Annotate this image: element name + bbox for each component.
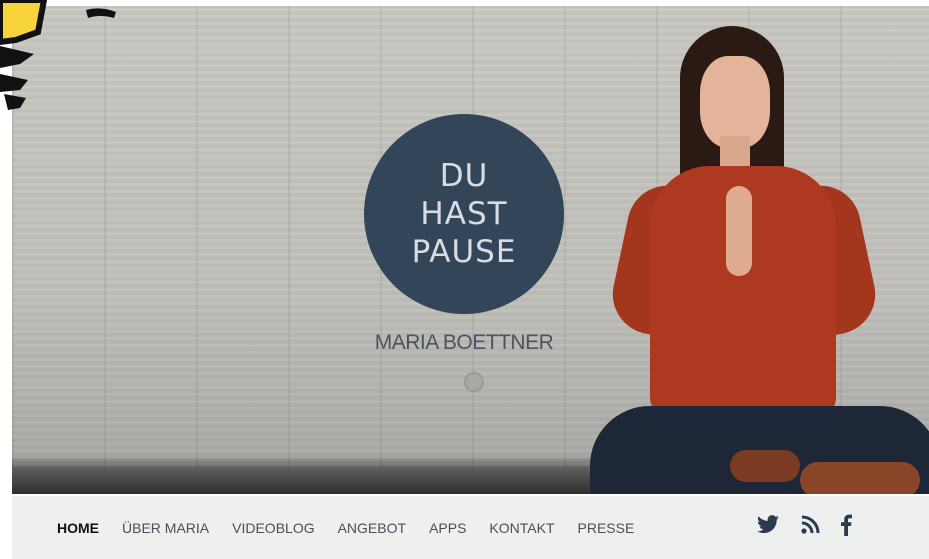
nav-item-ueber-maria[interactable]: ÜBER MARIA (122, 520, 209, 536)
nav-item-angebot[interactable]: ANGEBOT (338, 520, 406, 536)
logo-line-1: DU (439, 158, 489, 194)
logo-line-2: HAST (420, 196, 508, 232)
main-navigation: HOME ÜBER MARIA VIDEOBLOG ANGEBOT APPS K… (12, 496, 929, 559)
nav-item-home[interactable]: HOME (57, 520, 99, 536)
nav-item-kontakt[interactable]: KONTAKT (489, 520, 554, 536)
logo-line-3: PAUSE (411, 234, 517, 270)
social-links (756, 496, 872, 559)
nav-item-apps[interactable]: APPS (429, 520, 466, 536)
hero-person-photo (580, 26, 929, 494)
face (700, 56, 770, 148)
shoe-right (800, 462, 920, 494)
logo-circle[interactable]: DU HAST PAUSE (364, 114, 564, 314)
hands (726, 186, 752, 276)
twitter-icon[interactable] (756, 515, 780, 540)
brand-name: MARIA BOETTNER (374, 331, 554, 354)
nav-item-videoblog[interactable]: VIDEOBLOG (232, 520, 314, 536)
facebook-icon[interactable] (840, 514, 852, 541)
shoe-left (730, 450, 800, 482)
lightbulb-icon (0, 0, 116, 110)
hero-banner: DU HAST PAUSE MARIA BOETTNER (12, 6, 929, 494)
wall-bolt (464, 372, 484, 392)
nav-item-presse[interactable]: PRESSE (578, 520, 635, 536)
rss-icon[interactable] (800, 515, 820, 540)
